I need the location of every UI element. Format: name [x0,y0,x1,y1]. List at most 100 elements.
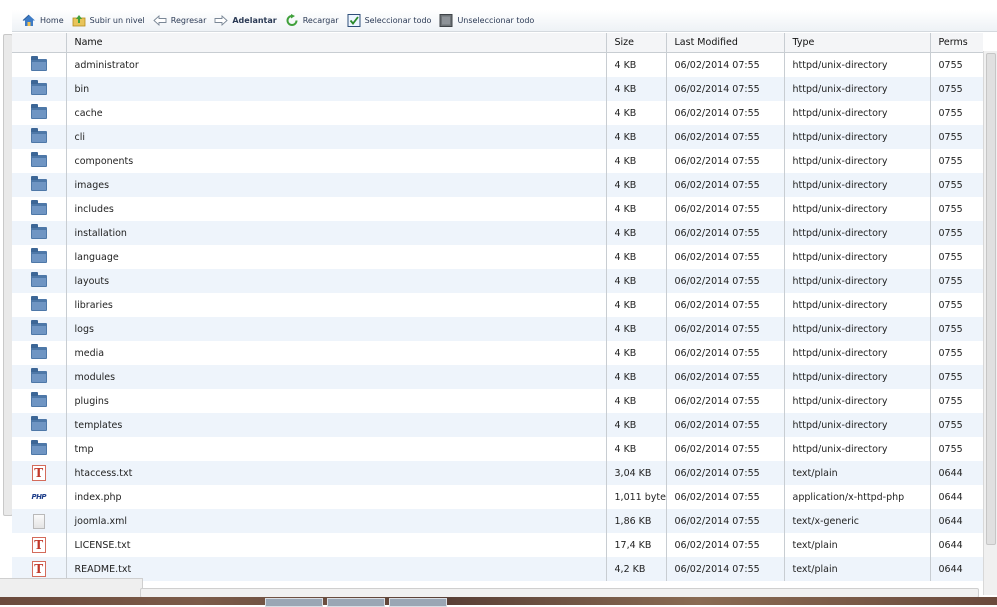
file-icon-cell [12,245,67,269]
file-name[interactable]: templates [66,413,607,437]
file-name[interactable]: index.php [66,485,607,509]
taskbar-button[interactable] [265,598,323,607]
taskbar-button[interactable] [389,598,447,607]
table-row[interactable]: administrator 4 KB 06/02/2014 07:55 httpd/u… [12,52,983,77]
generic-file-icon [32,513,45,529]
file-name[interactable]: plugins [66,389,607,413]
file-size: 4 KB [606,77,667,101]
file-perms: 0755 [930,197,983,221]
file-name[interactable]: joomla.xml [66,509,607,533]
file-type: httpd/unix-directory [784,365,931,389]
table-row[interactable]: logs 4 KB 06/02/2014 07:55 httpd/unix-direc… [12,317,983,341]
file-perms: 0755 [930,101,983,125]
file-modified: 06/02/2014 07:55 [666,389,785,413]
table-row[interactable]: language 4 KB 06/02/2014 07:55 httpd/unix-d… [12,245,983,269]
folder-icon [30,128,47,143]
file-modified: 06/02/2014 07:55 [666,557,785,581]
table-row[interactable]: bin 4 KB 06/02/2014 07:55 httpd/unix-direct… [12,77,983,101]
back-button[interactable]: Regresar [153,14,206,27]
file-name[interactable]: LICENSE.txt [66,533,607,557]
file-name[interactable]: includes [66,197,607,221]
file-name[interactable]: installation [66,221,607,245]
column-header-name[interactable]: Name [66,33,607,53]
file-modified: 06/02/2014 07:55 [666,317,785,341]
table-row[interactable]: cli 4 KB 06/02/2014 07:55 httpd/unix-direct… [12,125,983,149]
file-table: Name Size Last Modified Type Perms admin… [12,33,983,581]
folder-icon [30,248,47,263]
file-icon-cell [12,509,67,533]
file-name[interactable]: administrator [66,52,607,77]
folder-icon [30,176,47,191]
file-modified: 06/02/2014 07:55 [666,413,785,437]
table-row[interactable]: PHP index.php 1,011 byte 06/02/2014 07:55 ap… [12,485,983,509]
file-name[interactable]: language [66,245,607,269]
file-type: application/x-httpd-php [784,485,931,509]
home-button[interactable]: Home [22,14,64,27]
file-type: httpd/unix-directory [784,197,931,221]
file-size: 4 KB [606,245,667,269]
table-row[interactable]: T README.txt 4,2 KB 06/02/2014 07:55 text/pl… [12,557,983,581]
file-type: httpd/unix-directory [784,413,931,437]
unselect-all-label: Unseleccionar todo [457,16,535,25]
table-row[interactable]: templates 4 KB 06/02/2014 07:55 httpd/unix-… [12,413,983,437]
file-name[interactable]: bin [66,77,607,101]
file-name[interactable]: cache [66,101,607,125]
up-level-button[interactable]: Subir un nivel [72,14,145,27]
file-modified: 06/02/2014 07:55 [666,77,785,101]
file-size: 4 KB [606,52,667,77]
table-row[interactable]: components 4 KB 06/02/2014 07:55 httpd/unix… [12,149,983,173]
folder-icon [30,80,47,95]
file-icon-cell [12,173,67,197]
reload-label: Recargar [302,16,339,25]
file-name[interactable]: components [66,149,607,173]
file-type: httpd/unix-directory [784,341,931,365]
file-name[interactable]: cli [66,125,607,149]
table-row[interactable]: modules 4 KB 06/02/2014 07:55 httpd/unix-di… [12,365,983,389]
select-all-button[interactable]: Seleccionar todo [347,14,431,27]
file-name[interactable]: media [66,341,607,365]
file-size: 3,04 KB [606,461,667,485]
table-row[interactable]: installation 4 KB 06/02/2014 07:55 httpd/un… [12,221,983,245]
table-row[interactable]: cache 4 KB 06/02/2014 07:55 httpd/unix-dire… [12,101,983,125]
file-perms: 0755 [930,437,983,461]
table-row[interactable]: tmp 4 KB 06/02/2014 07:55 httpd/unix-direct… [12,437,983,461]
file-size: 4 KB [606,125,667,149]
table-row[interactable]: T LICENSE.txt 17,4 KB 06/02/2014 07:55 text/… [12,533,983,557]
folder-icon [30,224,47,239]
file-name[interactable]: htaccess.txt [66,461,607,485]
vertical-scrollbar-thumb[interactable] [986,53,996,545]
unselect-all-button[interactable]: Unseleccionar todo [439,14,534,27]
file-name[interactable]: modules [66,365,607,389]
file-name[interactable]: tmp [66,437,607,461]
vertical-scrollbar[interactable] [983,51,997,595]
file-icon-cell: T [12,533,67,557]
column-header-type[interactable]: Type [784,33,931,53]
file-name[interactable]: logs [66,317,607,341]
forward-label: Adelantar [232,16,277,25]
taskbar-button[interactable] [327,598,385,607]
file-size: 4,2 KB [606,557,667,581]
file-perms: 0755 [930,293,983,317]
table-row[interactable]: libraries 4 KB 06/02/2014 07:55 httpd/unix-… [12,293,983,317]
table-row[interactable]: joomla.xml 1,86 KB 06/02/2014 07:55 text/x-… [12,509,983,533]
column-header-size[interactable]: Size [606,33,667,53]
file-name[interactable]: README.txt [66,557,607,581]
column-header-last-modified[interactable]: Last Modified [666,33,785,53]
table-row[interactable]: images 4 KB 06/02/2014 07:55 httpd/unix-dir… [12,173,983,197]
file-icon-cell [12,77,67,101]
file-perms: 0755 [930,149,983,173]
table-row[interactable]: media 4 KB 06/02/2014 07:55 httpd/unix-dire… [12,341,983,365]
file-name[interactable]: images [66,173,607,197]
column-header-perms[interactable]: Perms [930,33,983,53]
table-row[interactable]: layouts 4 KB 06/02/2014 07:55 httpd/unix-di… [12,269,983,293]
reload-button[interactable]: Recargar [285,14,339,27]
table-row[interactable]: Thtaccess.txt 3,04 KB 06/02/2014 07:55 text… [12,461,983,485]
table-row[interactable]: includes 4 KB 06/02/2014 07:55 httpd/unix-d… [12,197,983,221]
file-perms: 0644 [930,557,983,581]
file-modified: 06/02/2014 07:55 [666,509,785,533]
file-icon-cell [12,389,67,413]
forward-button[interactable]: Adelantar [214,14,277,27]
file-name[interactable]: libraries [66,293,607,317]
file-name[interactable]: layouts [66,269,607,293]
table-row[interactable]: plugins 4 KB 06/02/2014 07:55 httpd/unix-di… [12,389,983,413]
